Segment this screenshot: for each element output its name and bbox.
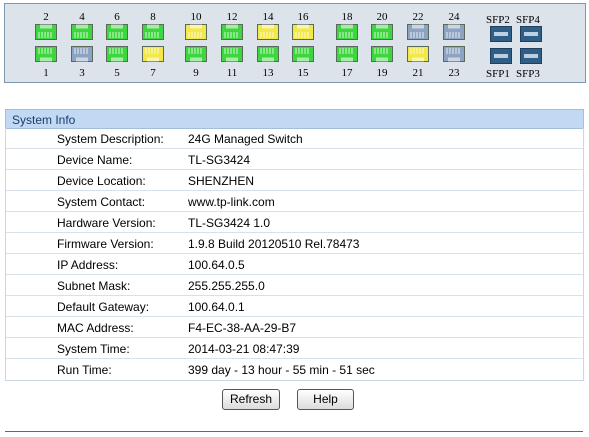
info-label: MAC Address: [57, 321, 134, 335]
info-value: 255.255.255.0 [188, 279, 265, 293]
info-row: Subnet Mask: 255.255.255.0 [6, 275, 583, 296]
info-row: Device Name: TL-SG3424 [6, 149, 583, 170]
system-info-header: System Info [5, 109, 584, 129]
port-11-label: 11 [226, 67, 238, 79]
info-value: TL-SG3424 1.0 [188, 216, 271, 230]
info-row: MAC Address: F4-EC-38-AA-29-B7 [6, 317, 583, 338]
info-value: 2014-03-21 08:47:39 [188, 342, 300, 356]
port-1-label: 1 [43, 67, 49, 79]
port-22[interactable] [407, 24, 429, 40]
info-label: Hardware Version: [57, 216, 156, 230]
port-10-label: 10 [190, 11, 202, 23]
port-22-label: 22 [412, 11, 424, 23]
info-label: System Contact: [57, 195, 146, 209]
port-2-label: 2 [43, 11, 49, 23]
info-row: System Contact: www.tp-link.com [6, 191, 583, 212]
info-value: F4-EC-38-AA-29-B7 [188, 321, 297, 335]
port-5[interactable] [106, 46, 128, 62]
info-label: Run Time: [57, 363, 112, 377]
port-20-label: 20 [376, 11, 388, 23]
port-19[interactable] [371, 46, 393, 62]
port-21-label: 21 [412, 67, 424, 79]
port-19-label: 19 [376, 67, 388, 79]
port-24-label: 24 [448, 11, 460, 23]
port-14[interactable] [257, 24, 279, 40]
info-value: 399 day - 13 hour - 55 min - 51 sec [188, 363, 375, 377]
switch-panel: SFP2 SFP4 SFP1 SFP3 1 2 3 4 5 6 7 8 9 10 11 12 13 14 1… [4, 3, 586, 83]
sfp3-label: SFP3 [516, 68, 540, 80]
info-row: Run Time: 399 day - 13 hour - 55 min - 51… [6, 359, 583, 380]
sfp1-port[interactable] [490, 48, 512, 64]
port-5-label: 5 [114, 67, 120, 79]
port-11[interactable] [221, 46, 243, 62]
port-4[interactable] [71, 24, 93, 40]
port-13-label: 13 [262, 67, 274, 79]
info-row: System Description: 24G Managed Switch [6, 128, 583, 149]
port-23-label: 23 [448, 67, 460, 79]
info-row: IP Address: 100.64.0.5 [6, 254, 583, 275]
info-label: Default Gateway: [57, 300, 150, 314]
info-label: System Description: [57, 132, 164, 146]
port-2[interactable] [35, 24, 57, 40]
port-16[interactable] [292, 24, 314, 40]
info-value: www.tp-link.com [188, 195, 275, 209]
bottom-divider [5, 431, 583, 432]
info-row: Hardware Version: TL-SG3424 1.0 [6, 212, 583, 233]
port-8[interactable] [142, 24, 164, 40]
sfp4-label: SFP4 [516, 14, 540, 26]
info-row: Firmware Version: 1.9.8 Build 20120510 Re… [6, 233, 583, 254]
port-16-label: 16 [297, 11, 309, 23]
sfp1-label: SFP1 [486, 68, 510, 80]
port-10[interactable] [185, 24, 207, 40]
port-20[interactable] [371, 24, 393, 40]
port-3-label: 3 [79, 67, 85, 79]
info-value: 24G Managed Switch [188, 132, 303, 146]
info-value: 1.9.8 Build 20120510 Rel.78473 [188, 237, 360, 251]
sfp3-port[interactable] [520, 48, 542, 64]
port-12-label: 12 [226, 11, 238, 23]
port-9-label: 9 [193, 67, 199, 79]
port-18[interactable] [336, 24, 358, 40]
info-value: SHENZHEN [188, 174, 255, 188]
port-21[interactable] [407, 46, 429, 62]
system-info-title: System Info [12, 113, 76, 127]
sfp2-label: SFP2 [486, 14, 510, 26]
port-18-label: 18 [341, 11, 353, 23]
info-value: 100.64.0.5 [188, 258, 245, 272]
sfp2-port[interactable] [490, 26, 512, 42]
refresh-button[interactable]: Refresh [222, 389, 280, 410]
info-row: Default Gateway: 100.64.0.1 [6, 296, 583, 317]
port-15-label: 15 [297, 67, 309, 79]
port-17[interactable] [336, 46, 358, 62]
info-label: Subnet Mask: [57, 279, 131, 293]
port-15[interactable] [292, 46, 314, 62]
info-label: System Time: [57, 342, 130, 356]
info-row: Device Location: SHENZHEN [6, 170, 583, 191]
port-8-label: 8 [150, 11, 156, 23]
port-14-label: 14 [262, 11, 274, 23]
port-4-label: 4 [79, 11, 85, 23]
port-6-label: 6 [114, 11, 120, 23]
port-13[interactable] [257, 46, 279, 62]
port-3[interactable] [71, 46, 93, 62]
system-info-table: System Description: 24G Managed Switch Dev… [5, 128, 584, 381]
port-6[interactable] [106, 24, 128, 40]
info-label: Device Name: [57, 153, 133, 167]
info-row: System Time: 2014-03-21 08:47:39 [6, 338, 583, 359]
info-label: Firmware Version: [57, 237, 154, 251]
info-label: Device Location: [57, 174, 146, 188]
port-17-label: 17 [341, 67, 353, 79]
port-23[interactable] [443, 46, 465, 62]
info-value: TL-SG3424 [188, 153, 251, 167]
sfp4-port[interactable] [520, 26, 542, 42]
help-button[interactable]: Help [297, 389, 354, 410]
port-1[interactable] [35, 46, 57, 62]
info-value: 100.64.0.1 [188, 300, 245, 314]
info-label: IP Address: [57, 258, 119, 272]
port-9[interactable] [185, 46, 207, 62]
port-12[interactable] [221, 24, 243, 40]
port-7[interactable] [142, 46, 164, 62]
port-24[interactable] [443, 24, 465, 40]
port-7-label: 7 [150, 67, 156, 79]
